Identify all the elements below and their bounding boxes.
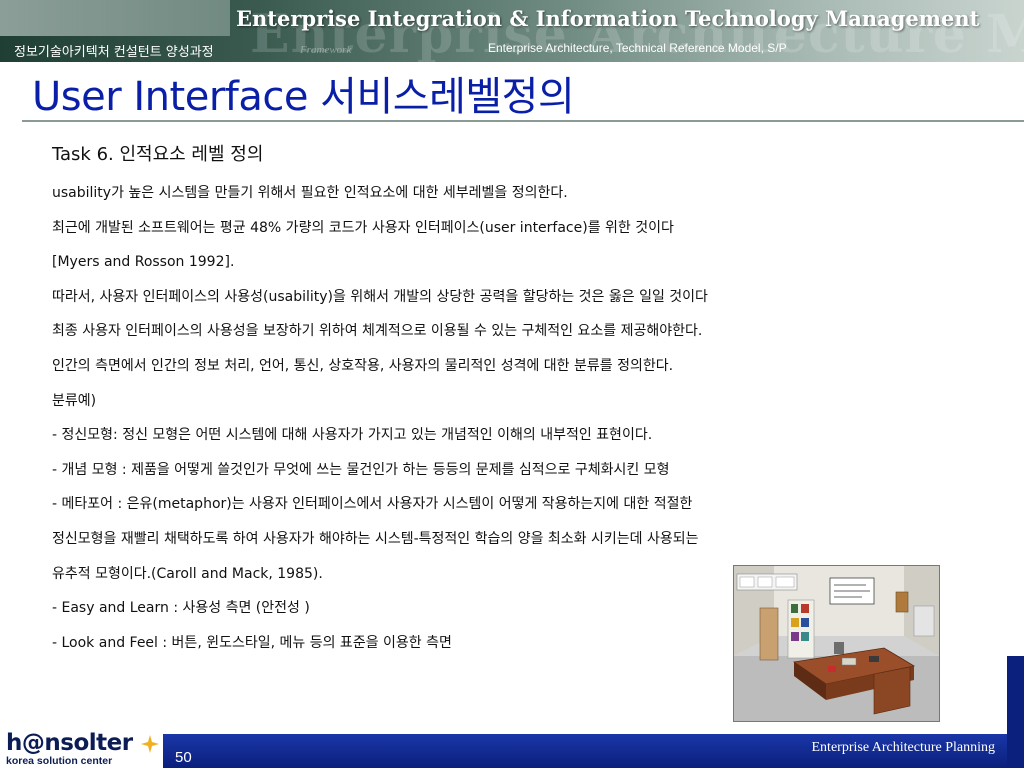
- company-logo: h@nsolter korea solution center: [0, 728, 165, 768]
- body-line: [Myers and Rosson 1992].: [52, 254, 235, 271]
- footer-side-accent: [1007, 656, 1024, 768]
- footer-bar: 50 Enterprise Architecture Planning: [163, 734, 1007, 768]
- course-name: 정보기술아키텍처 컨설턴트 양성과정: [14, 45, 214, 60]
- banner-title: Enterprise Integration & Information Tec…: [236, 6, 980, 31]
- body-line: - 정신모형: 정신 모형은 어떤 시스템에 대해 사용자가 가지고 있는 개념…: [52, 427, 653, 444]
- task-heading: Task 6. 인적요소 레벨 정의: [52, 144, 264, 165]
- footer-label: Enterprise Architecture Planning: [811, 740, 996, 755]
- slide-title: User Interface 서비스레벨정의: [32, 74, 575, 120]
- body-line: 최종 사용자 인터페이스의 사용성을 보장하기 위하여 체계적으로 이용될 수 …: [52, 323, 703, 340]
- office-metaphor-illustration: [733, 565, 940, 722]
- logo-star-icon: [141, 735, 159, 753]
- body-line: 정신모형을 재빨리 채택하도록 하여 사용자가 해야하는 시스템-특정적인 학습…: [52, 530, 699, 547]
- body-line: - 메타포어 : 은유(metaphor)는 사용자 인터페이스에서 사용자가 …: [52, 496, 693, 513]
- body-line: 분류예): [52, 392, 97, 409]
- banner-watermark-small: Framework: [300, 44, 352, 56]
- office-scene-image: [734, 566, 939, 721]
- body-line: 따라서, 사용자 인터페이스의 사용성(usability)을 위해서 개발의 …: [52, 288, 708, 305]
- body-line: 최근에 개발된 소프트웨어는 평균 48% 가량의 코드가 사용자 인터페이스(…: [52, 219, 674, 236]
- logo-tagline: korea solution center: [6, 755, 113, 767]
- body-line: - 개념 모형 : 제품을 어떻게 쓸것인가 무엇에 쓰는 물건인가 하는 등등…: [52, 461, 670, 478]
- page-number: 50: [175, 749, 192, 766]
- logo-name: h@nsolter: [6, 730, 133, 756]
- header-banner: Enterprise Architecture Mod Framework Pt…: [0, 0, 1024, 62]
- body-line: 인간의 측면에서 인간의 정보 처리, 언어, 통신, 상호작용, 사용자의 물…: [52, 357, 674, 374]
- topic-subtitle: Enterprise Architecture, Technical Refer…: [488, 41, 787, 55]
- title-divider: [22, 120, 1024, 122]
- banner-light-strip: [0, 0, 230, 36]
- body-line: usability가 높은 시스템을 만들기 위해서 필요한 인적요소에 대한 …: [52, 185, 568, 201]
